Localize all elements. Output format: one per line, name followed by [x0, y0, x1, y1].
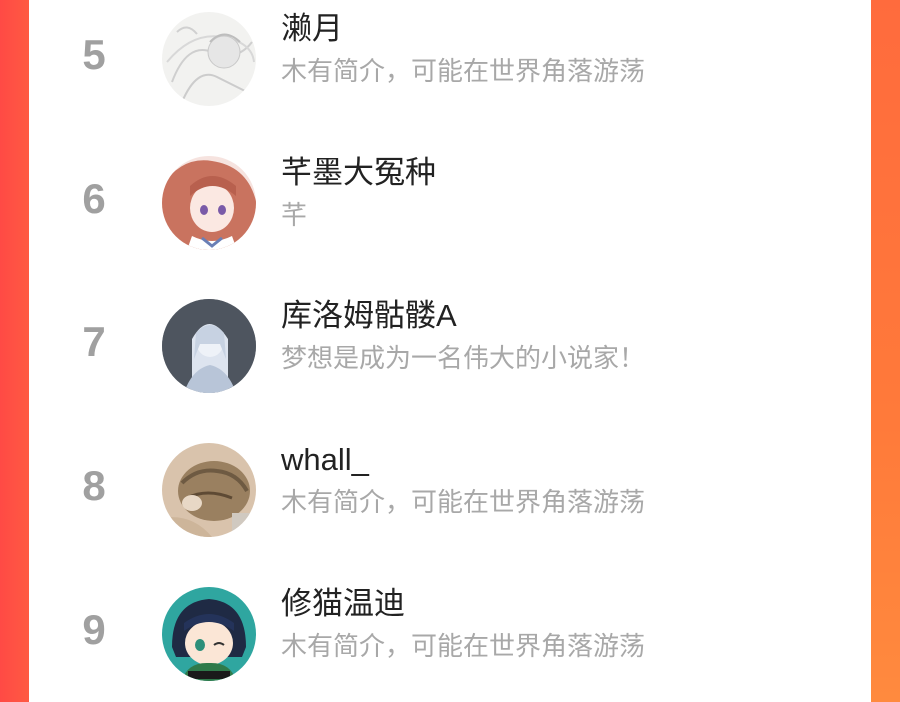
- user-name[interactable]: 濑月: [281, 10, 343, 47]
- anime-boy-avatar-icon[interactable]: [162, 299, 256, 393]
- ranking-row-8[interactable]: 8 whall_ 木有简介，可能在世界角落游荡: [29, 441, 871, 551]
- anime-sketch-avatar-icon[interactable]: [162, 12, 256, 106]
- chibi-character-avatar-icon[interactable]: [162, 587, 256, 681]
- user-bio: 木有简介，可能在世界角落游荡: [281, 487, 646, 517]
- user-name[interactable]: 芊墨大冤种: [281, 154, 436, 191]
- ranking-row-6[interactable]: 6 芊墨大冤种 芊: [29, 154, 871, 264]
- rank-number: 8: [82, 462, 106, 509]
- ranking-row-7[interactable]: 7 库洛姆骷髅A 梦想是成为一名伟大的小说家！: [29, 297, 871, 407]
- right-background: [870, 0, 900, 702]
- user-bio: 木有简介，可能在世界角落游荡: [281, 631, 646, 661]
- user-bio: 木有简介，可能在世界角落游荡: [281, 56, 646, 86]
- user-name[interactable]: 修猫温迪: [281, 585, 405, 622]
- user-name[interactable]: whall_: [281, 441, 369, 478]
- cat-photo-avatar-icon[interactable]: [162, 443, 256, 537]
- user-bio: 芊: [281, 200, 308, 230]
- rank-number: 6: [82, 175, 106, 222]
- ranking-row-9[interactable]: 9 修猫温迪 木有简介，可能在世界角落游荡: [29, 585, 871, 695]
- user-name[interactable]: 库洛姆骷髅A: [281, 297, 457, 334]
- user-bio: 梦想是成为一名伟大的小说家！: [281, 343, 646, 373]
- anime-girl-avatar-icon[interactable]: [162, 156, 256, 250]
- rank-number: 5: [82, 31, 106, 78]
- rank-number: 9: [82, 606, 106, 653]
- rank-number: 7: [82, 318, 106, 365]
- ranking-row-5[interactable]: 5 濑月 木有简介，可能在世界角落游荡: [29, 10, 871, 120]
- ranking-list: 5 濑月 木有简介，可能在世界角落游荡 6 芊墨大冤种 芊 7 库洛姆骷髅A 梦…: [29, 0, 871, 702]
